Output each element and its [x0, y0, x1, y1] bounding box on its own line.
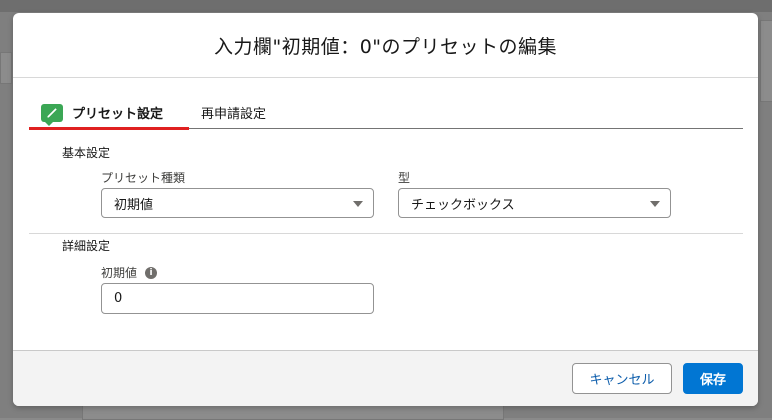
section-divider [29, 233, 743, 234]
preset-type-select[interactable]: 初期値 [101, 188, 374, 218]
tab-bar: プリセット設定 再申請設定 [29, 97, 743, 130]
save-button[interactable]: 保存 [683, 363, 743, 394]
caret-down-icon [353, 201, 363, 207]
preset-type-value: 初期値 [114, 197, 154, 213]
preset-type-label: プリセット種類 [101, 171, 186, 185]
initial-value-label: 初期値 [101, 266, 138, 280]
initial-value-input[interactable] [101, 283, 374, 314]
initial-value-label-row: 初期値 i [101, 264, 158, 281]
tab-label: プリセット設定 [72, 107, 164, 122]
edit-preset-modal: 入力欄"初期値：0"のプリセットの編集 プリセット設定 再申請設定 基本設定 プ… [13, 13, 758, 406]
type-value: チェックボックス [411, 197, 515, 213]
caret-down-icon [650, 201, 660, 207]
section-title-basic: 基本設定 [62, 146, 111, 160]
section-title-detail: 詳細設定 [62, 239, 111, 253]
background-card [760, 20, 772, 102]
background-card [0, 52, 12, 84]
modal-title: 入力欄"初期値：0"のプリセットの編集 [213, 35, 558, 58]
tab-resubmit-settings[interactable]: 再申請設定 [189, 97, 278, 128]
pencil-icon [41, 103, 63, 126]
modal-footer: キャンセル 保存 [13, 350, 758, 406]
type-select[interactable]: チェックボックス [398, 188, 671, 218]
type-label: 型 [398, 171, 411, 185]
tab-label: 再申請設定 [201, 107, 267, 122]
tab-preset-settings[interactable]: プリセット設定 [29, 97, 189, 130]
info-icon[interactable]: i [145, 266, 158, 279]
background-header [0, 0, 772, 12]
cancel-button[interactable]: キャンセル [572, 363, 672, 394]
modal-header: 入力欄"初期値：0"のプリセットの編集 [13, 13, 758, 78]
